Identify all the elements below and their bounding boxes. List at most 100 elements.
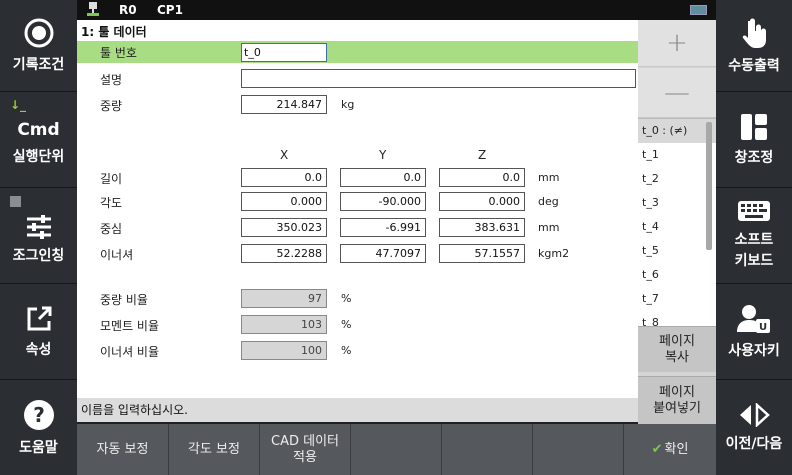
prev-next-label: 이전/다음 — [725, 435, 783, 452]
page-copy-button[interactable]: 페이지 복사 — [638, 326, 716, 372]
jog-indicator-icon — [10, 196, 21, 207]
list-item[interactable]: t_6 — [638, 263, 716, 287]
weight-input[interactable]: 214.847 — [241, 95, 327, 114]
soft-label: 소프트 — [734, 232, 774, 248]
weight-ratio-field: 97 — [241, 289, 327, 308]
inertia-z-input[interactable]: 57.1557 — [439, 244, 525, 263]
window-adjust-button[interactable]: 창조정 — [716, 92, 792, 188]
empty-button-2[interactable] — [442, 424, 533, 475]
properties-button[interactable]: 속성 — [0, 284, 77, 380]
length-z-input[interactable]: 0.0 — [439, 168, 525, 187]
user-key-label: 사용자키 — [728, 342, 780, 359]
teach-pendant-screen: 기록조건 ↓_ Cmd 실행단위 조그인칭 속성 ? 도움말 R0 CP1 1:… — [0, 0, 792, 475]
length-unit: mm — [538, 171, 560, 184]
inertia-ratio-unit: % — [341, 344, 352, 357]
add-button[interactable]: + — [638, 20, 716, 67]
center-x-input[interactable]: 350.023 — [241, 218, 327, 237]
tool-data-form: 1: 툴 데이터 툴 번호 t_0 설명 중량 214.847 kg X Y Z… — [77, 20, 638, 398]
list-item[interactable]: t_5 — [638, 239, 716, 263]
list-item[interactable]: t_3 — [638, 191, 716, 215]
list-item[interactable]: t_4 — [638, 215, 716, 239]
angle-y-input[interactable]: -90.000 — [340, 192, 426, 211]
help-button[interactable]: ? 도움말 — [0, 380, 77, 475]
execution-unit-button[interactable]: ↓_ Cmd 실행단위 — [0, 92, 77, 188]
length-y-input[interactable]: 0.0 — [340, 168, 426, 187]
user-key-icon: U — [737, 304, 770, 333]
right-sidebar: 수동출력 창조정 소프트 키보드 U 사용자키 이전/다음 — [716, 0, 792, 475]
tool-number-label: 툴 번호 — [100, 46, 137, 60]
inertia-y-input[interactable]: 47.7097 — [340, 244, 426, 263]
center-y-input[interactable]: -6.991 — [340, 218, 426, 237]
page-copy-label-1: 페이지 — [659, 333, 695, 349]
cmd-label: Cmd — [17, 119, 60, 140]
jog-inching-label: 조그인칭 — [12, 247, 65, 264]
column-header-x: X — [280, 148, 289, 162]
weight-unit: kg — [341, 98, 355, 111]
user-key-button[interactable]: U 사용자키 — [716, 284, 792, 380]
empty-button-1[interactable] — [351, 424, 442, 475]
bottom-toolbar: 자동 보정 각도 보정 CAD 데이터 적용 ✔ 확인 — [77, 424, 716, 475]
robot-indicator: R0 — [119, 3, 137, 17]
angle-calibration-button[interactable]: 각도 보정 — [169, 424, 260, 475]
svg-text:?: ? — [33, 403, 45, 427]
angle-unit: deg — [538, 195, 559, 208]
confirm-button[interactable]: ✔ 확인 — [624, 424, 716, 475]
weight-ratio-label: 중량 비율 — [100, 293, 148, 307]
inertia-ratio-field: 100 — [241, 341, 327, 360]
page-paste-button[interactable]: 페이지 붙여넣기 — [638, 376, 716, 424]
weight-label: 중량 — [100, 99, 123, 113]
list-item[interactable]: t_2 — [638, 167, 716, 191]
selected-row-highlight — [77, 41, 638, 63]
remove-button[interactable]: — — [638, 68, 716, 118]
help-label: 도움말 — [19, 439, 58, 456]
list-item[interactable]: t_8 — [638, 311, 716, 326]
tool-number-input[interactable]: t_0 — [241, 43, 327, 62]
length-x-input[interactable]: 0.0 — [241, 168, 327, 187]
page-copy-label-2: 복사 — [665, 349, 689, 365]
auto-calibration-button[interactable]: 자동 보정 — [77, 424, 169, 475]
cad-data-apply-button[interactable]: CAD 데이터 적용 — [260, 424, 351, 475]
page-paste-label-2: 붙여넣기 — [653, 400, 701, 416]
angle-label: 각도 — [100, 196, 123, 210]
angle-z-input[interactable]: 0.000 — [439, 192, 525, 211]
tool-list[interactable]: t_0 : (≠) t_1 t_2 t_3 t_4 t_5 t_6 t_7 t_… — [638, 118, 716, 326]
step-indicator-icon: ↓_ — [10, 98, 27, 112]
soft-keyboard-button[interactable]: 소프트 키보드 — [716, 188, 792, 284]
column-header-z: Z — [478, 148, 487, 162]
angle-x-input[interactable]: 0.000 — [241, 192, 327, 211]
properties-label: 속성 — [25, 341, 52, 358]
message-bar: 이름을 입력하십시오. — [77, 398, 638, 422]
robot-status-icon — [87, 2, 99, 16]
keyboard-icon — [738, 201, 770, 221]
manual-output-label: 수동출력 — [728, 57, 780, 74]
execution-unit-label: 실행단위 — [12, 148, 65, 165]
description-input[interactable] — [241, 69, 636, 88]
jog-inching-button[interactable]: 조그인칭 — [0, 188, 77, 284]
page-paste-label-1: 페이지 — [659, 384, 695, 400]
inertia-label: 이너셔 — [100, 248, 134, 262]
record-condition-label: 기록조건 — [12, 56, 65, 73]
battery-icon — [690, 5, 707, 15]
record-condition-button[interactable]: 기록조건 — [0, 0, 77, 92]
weight-ratio-unit: % — [341, 292, 352, 305]
left-sidebar: 기록조건 ↓_ Cmd 실행단위 조그인칭 속성 ? 도움말 — [0, 0, 77, 475]
list-scrollbar[interactable] — [706, 122, 712, 250]
moment-ratio-label: 모멘트 비율 — [100, 319, 160, 333]
list-item[interactable]: t_1 — [638, 143, 716, 167]
list-item[interactable]: t_0 : (≠) — [638, 119, 716, 143]
keyboard-label: 키보드 — [734, 253, 774, 269]
manual-output-button[interactable]: 수동출력 — [716, 0, 792, 92]
prev-next-button[interactable]: 이전/다음 — [716, 380, 792, 475]
jog-sliders-icon — [26, 214, 51, 239]
check-icon: ✔ — [651, 441, 663, 457]
inertia-x-input[interactable]: 52.2288 — [241, 244, 327, 263]
center-label: 중심 — [100, 222, 123, 236]
page-title: 1: 툴 데이터 — [81, 25, 147, 39]
center-z-input[interactable]: 383.631 — [439, 218, 525, 237]
description-label: 설명 — [100, 73, 123, 87]
length-label: 길이 — [100, 172, 123, 186]
moment-ratio-unit: % — [341, 318, 352, 331]
empty-button-3[interactable] — [533, 424, 624, 475]
center-unit: mm — [538, 221, 560, 234]
list-item[interactable]: t_7 — [638, 287, 716, 311]
